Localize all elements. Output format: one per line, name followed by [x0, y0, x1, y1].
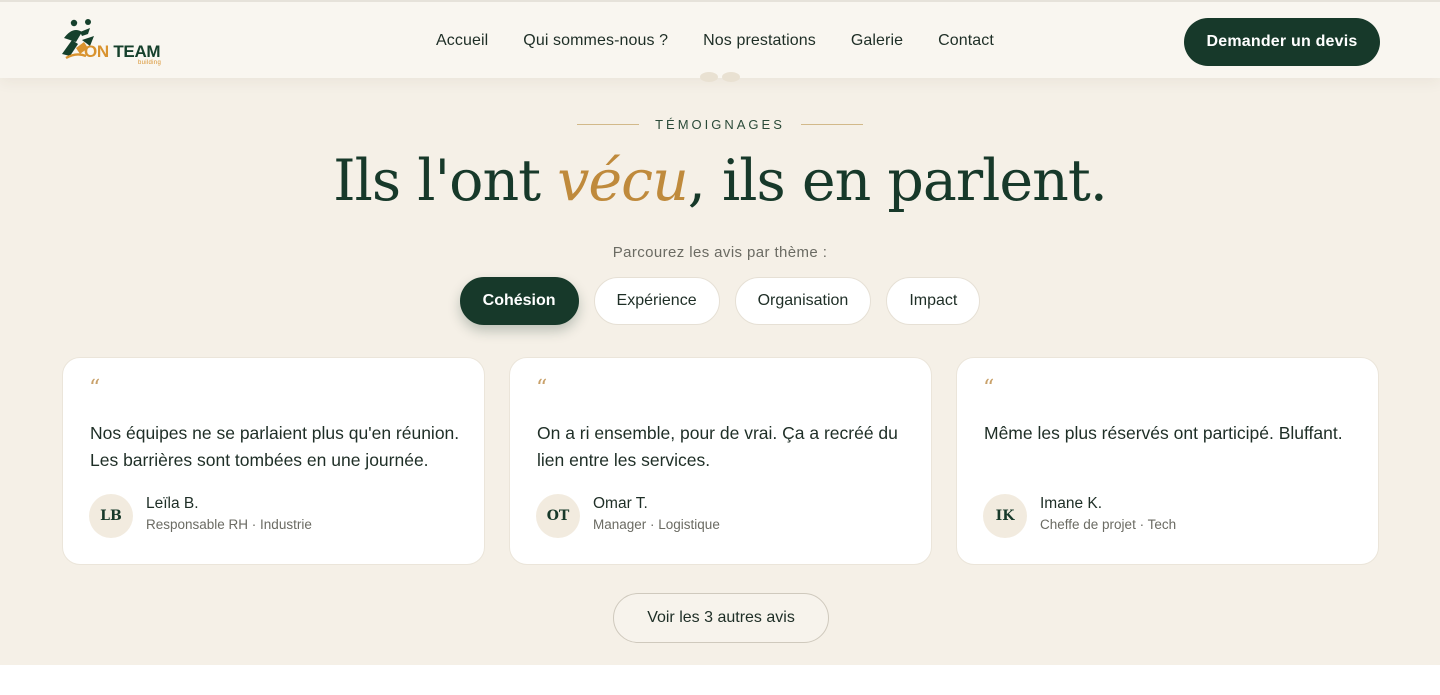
eyebrow-line-right — [800, 124, 863, 125]
filter-impact[interactable]: Impact — [886, 277, 981, 325]
logo-subtitle: building — [138, 60, 162, 66]
nav-accueil[interactable]: Accueil — [436, 32, 488, 50]
avatar: IK — [983, 494, 1027, 538]
eyebrow-line-left — [577, 124, 640, 125]
quote-icon: “ — [983, 376, 995, 401]
quote-icon: “ — [536, 376, 548, 401]
nav-nos-prestations[interactable]: Nos prestations — [703, 32, 816, 50]
section-eyebrow: TÉMOIGNAGES — [0, 117, 1440, 132]
title-accent: vécu — [557, 148, 689, 214]
avatar: LB — [89, 494, 133, 538]
logo-on: ON — [84, 42, 109, 61]
testimonial-card: “ On a ri ensemble, pour de vrai. Ça a r… — [509, 357, 932, 565]
logo-wordmark: ON TEAM — [84, 42, 161, 62]
decorative-dots-icon — [700, 72, 740, 82]
request-quote-button[interactable]: Demander un devis — [1184, 18, 1380, 66]
filter-cohesion[interactable]: Cohésion — [459, 277, 579, 325]
title-part-1: Ils l'ont — [333, 148, 558, 214]
theme-filters: Cohésion Expérience Organisation Impact — [0, 277, 1440, 325]
testimonial-card: “ Même les plus réservés ont participé. … — [956, 357, 1379, 565]
nav-qui-sommes-nous[interactable]: Qui sommes-nous ? — [523, 32, 668, 50]
quote-icon: “ — [89, 376, 101, 401]
logo-team: TEAM — [108, 42, 161, 61]
site-header: ON TEAM building Accueil Qui sommes-nous… — [0, 0, 1440, 78]
author-name: Leïla B. — [146, 495, 199, 512]
testimonial-text: Même les plus réservés ont participé. Bl… — [984, 423, 1343, 443]
filter-experience[interactable]: Expérience — [593, 277, 720, 325]
show-more-reviews-button[interactable]: Voir les 3 autres avis — [613, 593, 829, 643]
eyebrow-label: TÉMOIGNAGES — [655, 117, 785, 132]
nav-contact[interactable]: Contact — [938, 32, 994, 50]
title-part-2: , ils en parlent. — [687, 148, 1108, 214]
nav-galerie[interactable]: Galerie — [851, 32, 903, 50]
author-role: Responsable RH · Industrie — [146, 517, 312, 532]
testimonial-text: On a ri ensemble, pour de vrai. Ça a rec… — [537, 423, 898, 470]
author-role: Cheffe de projet · Tech — [1040, 517, 1177, 532]
filter-label: Parcourez les avis par thème : — [612, 244, 828, 261]
author-name: Omar T. — [593, 495, 648, 512]
main-nav: Accueil Qui sommes-nous ? Nos prestation… — [436, 32, 1029, 50]
filter-organisation[interactable]: Organisation — [734, 277, 872, 325]
author-role: Manager · Logistique — [593, 517, 720, 532]
page-footer-strip — [0, 665, 1440, 695]
testimonial-card: “ Nos équipes ne se parlaient plus qu'en… — [62, 357, 485, 565]
testimonial-text: Nos équipes ne se parlaient plus qu'en r… — [90, 423, 460, 470]
avatar: OT — [536, 494, 580, 538]
section-title: Ils l'ont vécu, ils en parlent. — [0, 148, 1440, 214]
author-name: Imane K. — [1040, 495, 1103, 512]
brand-logo[interactable]: ON TEAM building — [60, 18, 180, 68]
